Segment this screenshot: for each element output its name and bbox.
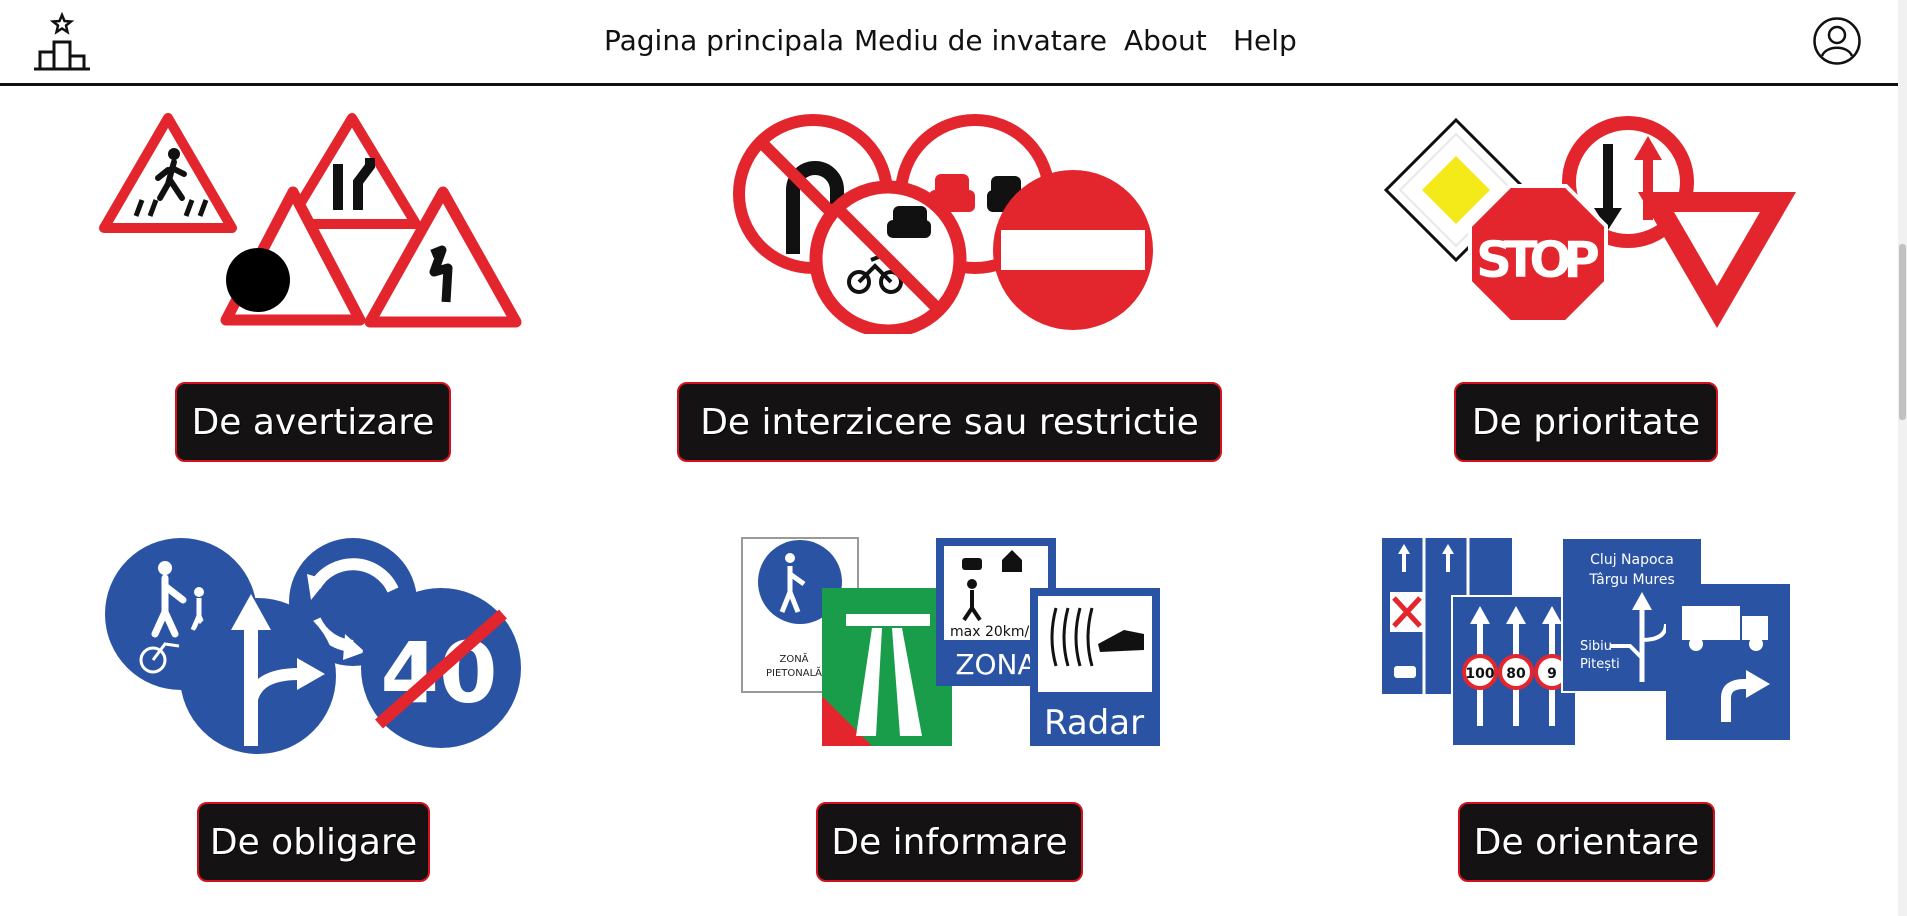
zone-pedestrian-text: PIETONALĂ [766, 666, 822, 679]
category-button-obligare[interactable]: De obligare [197, 802, 430, 882]
nav-link-about[interactable]: About [1124, 24, 1207, 57]
lane-speed-100-text: 100 [1465, 666, 1494, 682]
top-navigation-bar: Pagina principala Mediu de invatare Abou… [0, 0, 1898, 86]
city-pitesti-text: Pitești [1580, 657, 1620, 672]
radar-text: Radar [1044, 703, 1144, 743]
category-button-avertizare[interactable]: De avertizare [175, 382, 451, 462]
scrollbar-thumb[interactable] [1899, 244, 1906, 420]
information-signs-icon[interactable]: ZONĂ PIETONALĂ max 20km/h ZONA Radar [740, 536, 1170, 748]
city-cluj-napoca-text: Cluj Napoca [1590, 552, 1674, 568]
zona-text: ZONA [955, 648, 1036, 681]
page-scrollbar[interactable] [1898, 0, 1907, 916]
nav-link-help[interactable]: Help [1233, 24, 1297, 57]
city-targu-mures-text: Târgu Mureș [1588, 572, 1675, 588]
warning-signs-icon[interactable] [98, 112, 528, 332]
city-sibiu-text: Sibiu [1580, 639, 1612, 654]
lane-speed-80-text: 80 [1506, 666, 1526, 682]
max-speed-text: max 20km/h [950, 624, 1038, 640]
category-button-interzicere[interactable]: De interzicere sau restrictie [677, 382, 1222, 462]
lane-speed-9-text: 9 [1547, 666, 1557, 682]
user-account-icon[interactable] [1812, 16, 1862, 66]
category-button-informare[interactable]: De informare [816, 802, 1083, 882]
priority-signs-icon[interactable]: STOP [1376, 114, 1806, 334]
nav-link-pagina-principala[interactable]: Pagina principala [604, 24, 844, 57]
category-button-prioritate[interactable]: De prioritate [1454, 382, 1718, 462]
mandatory-signs-icon[interactable]: 40 [103, 534, 533, 754]
orientation-signs-icon[interactable]: 100 80 9 Cluj Napoca Târgu Mureș Sibiu P… [1380, 536, 1810, 748]
stop-sign-text: STOP [1476, 231, 1600, 289]
zone-label-text: ZONĂ [779, 652, 808, 665]
category-button-orientare[interactable]: De orientare [1458, 802, 1715, 882]
prohibition-signs-icon[interactable] [733, 114, 1163, 334]
main-nav: Pagina principala Mediu de invatare Abou… [0, 0, 1898, 86]
nav-link-mediu-de-invatare[interactable]: Mediu de invatare [854, 24, 1107, 57]
